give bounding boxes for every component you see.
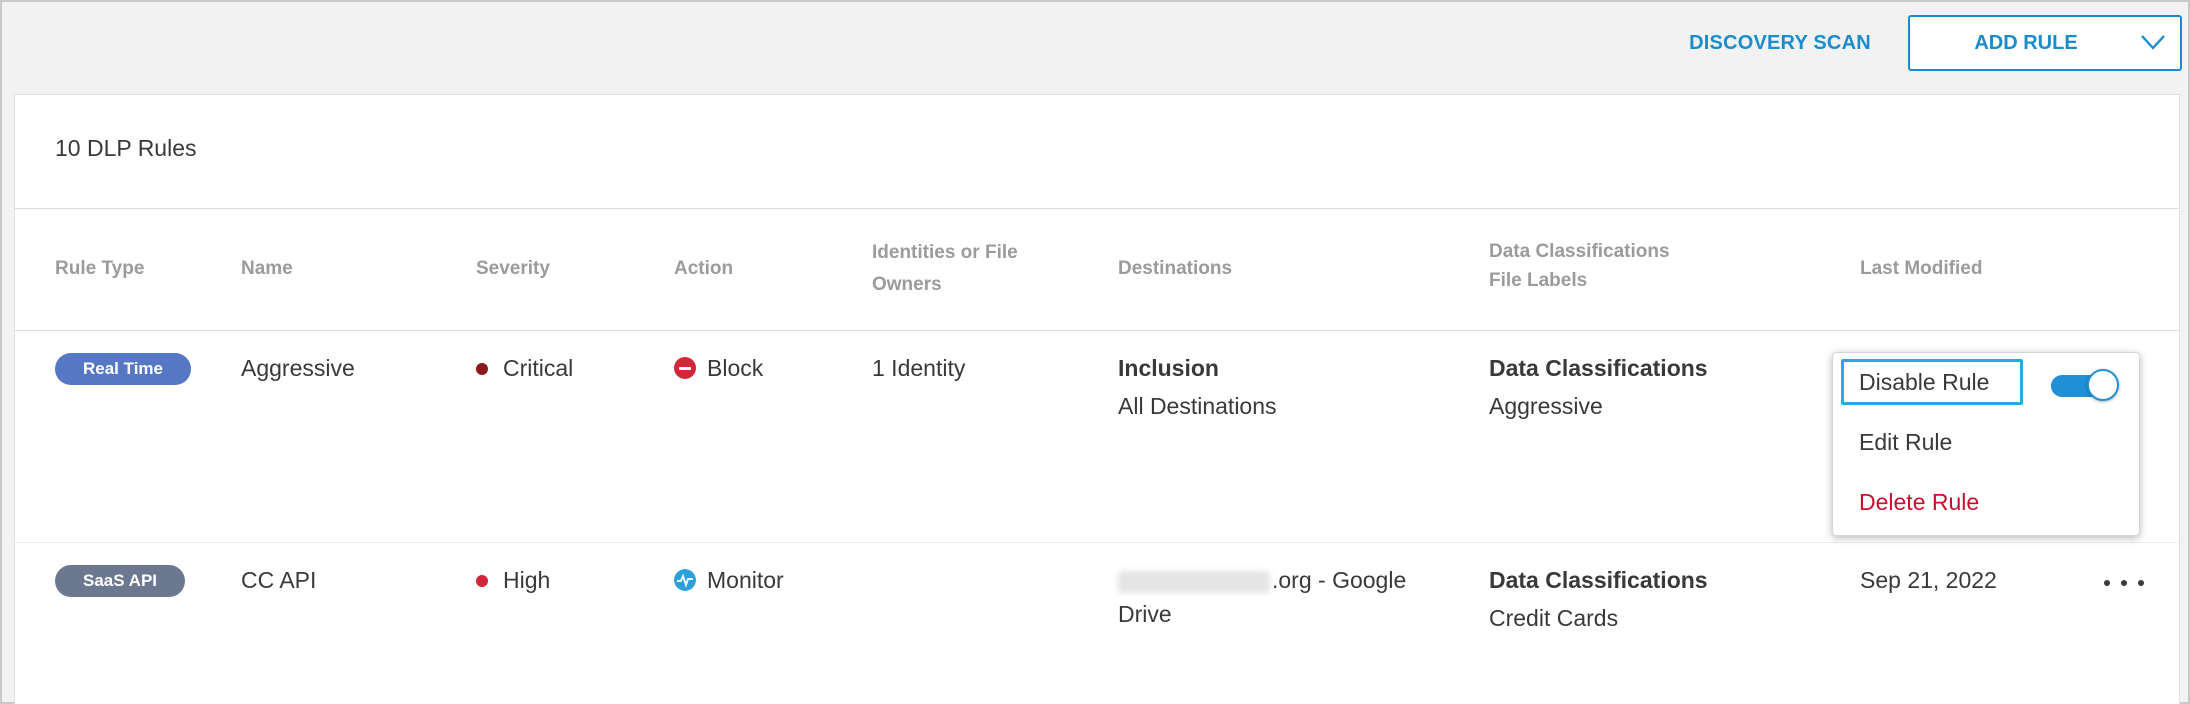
destinations-value: .org - Google	[1118, 561, 1406, 599]
destinations-suffix: .org - Google	[1272, 567, 1407, 593]
action-label: Block	[707, 355, 764, 381]
dot	[2138, 580, 2144, 586]
redacted-domain	[1118, 570, 1270, 593]
classifications-value: Credit Cards	[1489, 605, 1619, 631]
header-identities-line1: Identities or File	[872, 242, 1018, 263]
disable-rule-menu-item[interactable]: Disable Rule	[1859, 365, 1989, 399]
add-rule-button[interactable]: ADD RULE	[1908, 15, 2182, 71]
rule-name[interactable]: Aggressive	[241, 349, 355, 387]
dot	[2121, 580, 2127, 586]
delete-rule-menu-item[interactable]: Delete Rule	[1859, 485, 1979, 519]
rule-type-badge: Real Time	[55, 353, 191, 385]
severity-label: High	[503, 567, 551, 593]
divider	[15, 330, 2179, 331]
severity-label: Critical	[503, 355, 574, 381]
destinations-title: Inclusion	[1118, 355, 1219, 381]
header-classifications[interactable]: Data Classifications File Labels	[1489, 237, 1670, 295]
chevron-down-icon[interactable]	[2140, 31, 2166, 53]
identities-value: 1 Identity	[872, 355, 966, 381]
header-severity[interactable]: Severity	[476, 253, 550, 285]
action-label: Monitor	[707, 567, 784, 593]
classifications-title: Data Classifications	[1489, 355, 1708, 381]
rule-options-menu: Disable Rule Edit Rule Delete Rule	[1832, 352, 2140, 536]
severity-high-icon	[476, 575, 488, 587]
toggle-knob	[2087, 369, 2119, 401]
monitor-pulse-icon	[674, 569, 696, 591]
edit-rule-menu-item[interactable]: Edit Rule	[1859, 425, 1952, 459]
header-destinations[interactable]: Destinations	[1118, 253, 1232, 285]
header-action[interactable]: Action	[674, 253, 733, 285]
severity-critical-icon	[476, 363, 488, 375]
rule-name[interactable]: CC API	[241, 561, 316, 599]
destinations-value: All Destinations	[1118, 393, 1277, 419]
last-modified-value: Sep 21, 2022	[1860, 567, 1997, 593]
header-rule-type[interactable]: Rule Type	[55, 253, 144, 285]
block-icon	[674, 357, 696, 379]
classifications-value: Aggressive	[1489, 393, 1603, 419]
header-classifications-line2: File Labels	[1489, 270, 1588, 291]
rules-count: 10 DLP Rules	[55, 135, 197, 161]
add-rule-label: ADD RULE	[1974, 32, 2078, 54]
header-classifications-line1: Data Classifications	[1489, 241, 1670, 262]
classifications-title: Data Classifications	[1489, 567, 1708, 593]
divider	[15, 208, 2179, 209]
rule-type-badge: SaaS API	[55, 565, 185, 597]
destinations-value-line2: Drive	[1118, 601, 1172, 627]
rule-enabled-toggle[interactable]	[2051, 369, 2119, 401]
page-frame: DISCOVERY SCAN ADD RULE 10 DLP Rules Rul…	[0, 0, 2190, 704]
more-options-icon[interactable]	[2104, 568, 2144, 598]
header-identities[interactable]: Identities or File Owners	[872, 237, 1018, 301]
dot	[2104, 580, 2110, 586]
header-name[interactable]: Name	[241, 253, 293, 285]
discovery-scan-button[interactable]: DISCOVERY SCAN	[1670, 28, 1890, 58]
header-last-modified[interactable]: Last Modified	[1860, 253, 1982, 285]
divider	[15, 542, 2179, 543]
header-identities-line2: Owners	[872, 274, 942, 295]
